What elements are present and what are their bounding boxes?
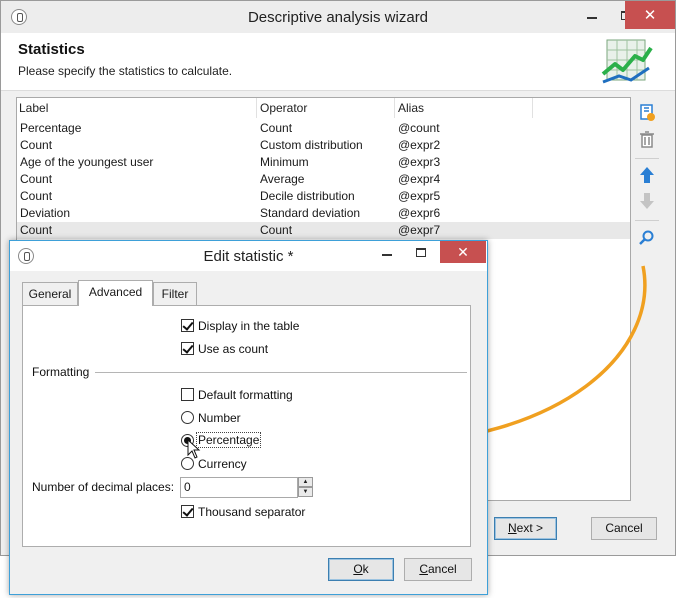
row-operator: Minimum [260,155,309,169]
minimize-button[interactable] [575,1,609,29]
spin-down-button[interactable]: ▼ [298,487,313,497]
column-header-label[interactable]: Label [17,98,257,118]
column-header-operator[interactable]: Operator [257,98,395,118]
close-icon: ✕ [643,7,657,24]
move-up-icon[interactable] [636,164,658,186]
row-alias: @expr5 [398,189,441,203]
thousand-separator-label[interactable]: Thousand separator [198,505,305,519]
row-alias: @expr6 [398,206,441,220]
display-in-table-label[interactable]: Display in the table [198,319,299,333]
row-operator: Average [260,172,305,186]
row-label: Percentage [20,121,82,135]
decimal-places-input[interactable]: 0 [180,477,298,498]
row-operator: Custom distribution [260,138,363,152]
thousand-separator-checkbox[interactable] [181,505,194,518]
table-row[interactable]: Count Custom distribution @expr2 [17,137,630,154]
move-down-icon[interactable] [636,190,658,212]
row-label: Count [20,189,53,203]
currency-radio-label[interactable]: Currency [198,457,247,471]
maximize-icon [416,247,426,257]
row-label: Deviation [20,206,71,220]
use-as-count-label[interactable]: Use as count [198,342,268,356]
minimize-icon [382,254,392,256]
row-alias: @expr4 [398,172,441,186]
close-button[interactable]: ✕ [625,1,675,29]
table-row[interactable]: Count Decile distribution @expr5 [17,188,630,205]
wizard-title: Descriptive analysis wizard [247,9,429,26]
toolbar-separator [635,158,659,159]
toolbar-separator [635,220,659,221]
group-divider [95,372,467,373]
row-label: Count [20,172,53,186]
row-label: Count [20,138,53,152]
decimal-places-label: Number of decimal places: [32,480,175,494]
statistics-chart-icon [601,39,653,84]
dialog-titlebar[interactable]: Edit statistic * ✕ [10,241,487,271]
table-row[interactable]: Deviation Standard deviation @expr6 [17,205,630,222]
page-title: Statistics [18,41,85,58]
delete-icon[interactable] [636,128,658,150]
dialog-close-button[interactable]: ✕ [440,241,486,263]
table-row[interactable]: Count Count @expr7 [17,222,630,239]
row-operator: Decile distribution [260,189,355,203]
row-label: Count [20,223,53,237]
table-row[interactable]: Age of the youngest user Minimum @expr3 [17,154,630,171]
row-operator: Count [260,121,293,135]
row-operator: Count [260,223,293,237]
percentage-radio-label[interactable]: Percentage [195,432,262,448]
tab-advanced[interactable]: Advanced [78,280,153,306]
table-row[interactable]: Count Average @expr4 [17,171,630,188]
mouse-cursor-icon [187,439,201,459]
use-as-count-checkbox[interactable] [181,342,194,355]
row-operator: Standard deviation [260,206,361,220]
add-statistic-icon[interactable] [636,102,658,124]
number-radio-label[interactable]: Number [198,411,241,425]
row-alias: @count [398,121,440,135]
search-icon[interactable] [636,227,658,249]
next-button[interactable]: Next > [494,517,557,540]
wizard-header: Statistics Please specify the statistics… [1,33,675,91]
row-alias: @expr7 [398,223,441,237]
dialog-maximize-button[interactable] [404,241,438,263]
display-in-table-checkbox[interactable] [181,319,194,332]
minimize-icon [587,17,597,19]
ok-button[interactable]: Ok [328,558,394,581]
row-label: Age of the youngest user [20,155,154,169]
cancel-button[interactable]: Cancel [591,517,657,540]
spin-up-button[interactable]: ▲ [298,477,313,487]
column-header-alias[interactable]: Alias [395,98,533,118]
number-radio[interactable] [181,411,194,424]
tab-filter[interactable]: Filter [153,282,197,305]
tab-general[interactable]: General [22,282,78,305]
row-alias: @expr3 [398,155,441,169]
table-row[interactable]: Percentage Count @count [17,120,630,137]
default-formatting-label[interactable]: Default formatting [198,388,293,402]
formatting-group-label: Formatting [32,365,90,379]
dialog-minimize-button[interactable] [370,241,404,263]
edit-statistic-dialog: Edit statistic * ✕ General Advanced Filt… [9,240,488,595]
wizard-titlebar[interactable]: Descriptive analysis wizard ✕ [1,1,675,33]
advanced-tab-panel: Display in the table Use as count Format… [22,305,471,547]
page-subtitle: Please specify the statistics to calcula… [18,64,233,78]
default-formatting-checkbox[interactable] [181,388,194,401]
row-alias: @expr2 [398,138,441,152]
dialog-cancel-button[interactable]: Cancel [404,558,472,581]
close-icon: ✕ [457,243,469,260]
